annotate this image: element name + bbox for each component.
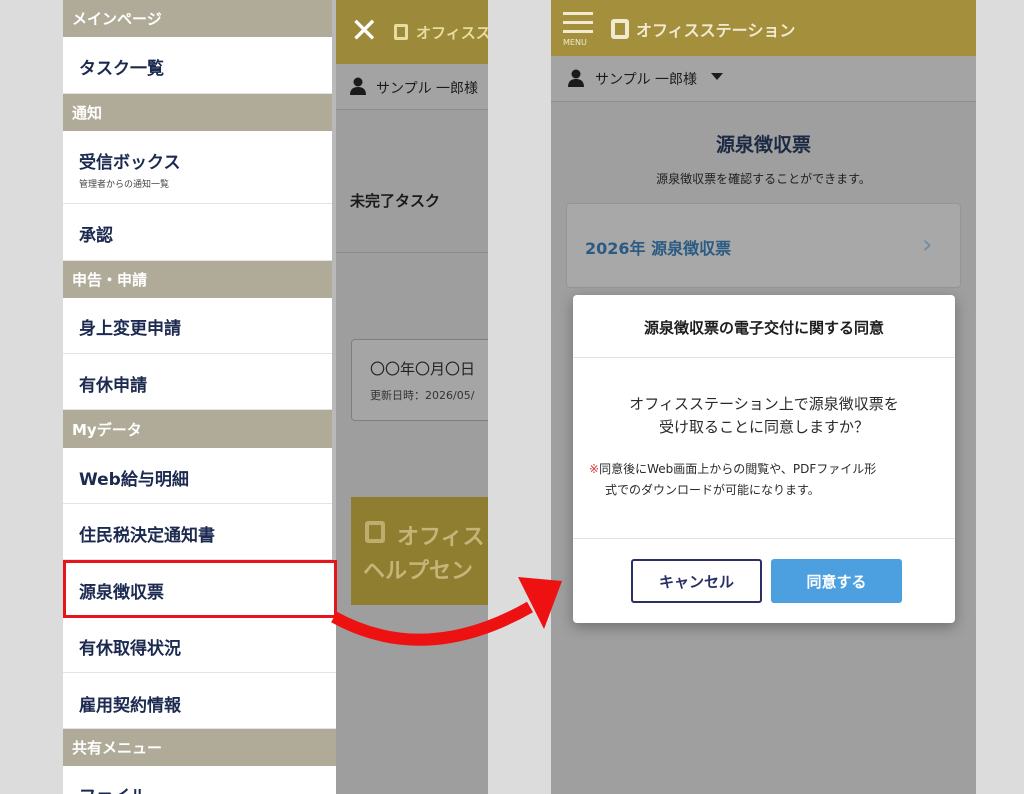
menu-item-resident-tax[interactable]: 住民税決定通知書	[63, 504, 336, 560]
right-phone-screen: MENU オフィスステーション サンプル 一郎様 源泉徴収票 源泉徴収票を確認す…	[551, 0, 976, 794]
hamburger-menu-icon[interactable]	[563, 12, 593, 34]
note-line2: 式でのダウンロードが可能になります。	[605, 483, 820, 497]
menu-item-personal-change[interactable]: 身上変更申請	[63, 298, 336, 354]
menu-item-payslip[interactable]: Web給与明細	[63, 448, 336, 504]
menu-item-approval[interactable]: 承認	[63, 204, 336, 261]
brand-name: オフィスス	[416, 24, 488, 42]
menu-item-contract[interactable]: 雇用契約情報	[63, 673, 336, 729]
help-banner-line1: オフィス	[397, 525, 485, 550]
menu-item-label: Web給与明細	[79, 470, 189, 490]
page-title: 源泉徴収票	[715, 134, 811, 156]
section-header-main: メインページ	[63, 0, 336, 37]
task-card: 〇〇年〇月〇日 更新日時：2026/05/	[351, 339, 488, 421]
cancel-button[interactable]: キャンセル	[631, 559, 762, 603]
chevron-right-icon: ›	[922, 230, 933, 260]
dialog-note: ※同意後にWeb画面上からの閲覧や、PDFファイル形 式でのダウンロードが可能に…	[589, 459, 939, 501]
background-page-dimmed: ✕ オフィスス サンプル 一郎様 未完了タスク 〇〇年〇月〇日 更新日時：202…	[336, 0, 488, 794]
menu-item-label: タスク一覧	[79, 59, 164, 79]
note-mark: ※	[589, 462, 600, 476]
menu-label: MENU	[563, 38, 587, 47]
menu-item-label: 承認	[79, 226, 113, 246]
close-icon[interactable]: ✕	[350, 14, 379, 48]
incomplete-task-label: 未完了タスク	[350, 192, 441, 210]
menu-item-inbox[interactable]: 受信ボックス 管理者からの通知一覧	[63, 131, 336, 204]
section-header-apply: 申告・申請	[63, 261, 336, 298]
logo-icon	[611, 19, 629, 39]
menu-item-label: 住民税決定通知書	[79, 526, 215, 546]
transition-arrow-icon	[331, 577, 562, 646]
withholding-year-label: 2026年 源泉徴収票	[585, 239, 732, 258]
highlight-frame-withholding	[63, 560, 337, 618]
user-icon	[350, 77, 366, 95]
menu-item-label: 有休取得状況	[79, 639, 181, 659]
menu-item-sublabel: 管理者からの通知一覧	[79, 180, 170, 190]
task-card-date: 〇〇年〇月〇日	[370, 360, 476, 378]
menu-item-leave-status[interactable]: 有休取得状況	[63, 617, 336, 673]
page-description: 源泉徴収票を確認することができます。	[656, 172, 871, 186]
divider	[573, 538, 955, 539]
task-card-updated: 更新日時：2026/05/	[370, 389, 475, 402]
user-name: サンプル 一郎様	[376, 81, 479, 97]
left-phone-screen: ✕ オフィスス サンプル 一郎様 未完了タスク 〇〇年〇月〇日 更新日時：202…	[63, 0, 488, 794]
divider	[573, 357, 955, 358]
agree-button[interactable]: 同意する	[771, 559, 902, 603]
divider	[336, 252, 488, 253]
menu-item-label: 身上変更申請	[79, 319, 181, 339]
logo-icon	[394, 24, 408, 40]
dialog-question-line2: 受け取ることに同意しますか？	[658, 418, 869, 436]
caret-down-icon[interactable]	[711, 73, 723, 80]
menu-item-label: 雇用契約情報	[79, 696, 181, 716]
user-bar[interactable]: サンプル 一郎様	[551, 56, 976, 102]
side-menu: メインページ タスク一覧 通知 受信ボックス 管理者からの通知一覧 承認 申告・…	[63, 0, 336, 794]
section-header-mydata: Myデータ	[63, 410, 336, 448]
section-header-shared: 共有メニュー	[63, 729, 336, 766]
app-header: MENU オフィスステーション	[551, 0, 976, 56]
logo-icon	[365, 521, 385, 543]
menu-item-file[interactable]: ファイル	[63, 766, 336, 794]
menu-scrollbar[interactable]	[332, 0, 336, 560]
brand-name[interactable]: オフィスステーション	[636, 17, 795, 41]
user-name: サンプル 一郎様	[595, 72, 698, 88]
withholding-year-card[interactable]: 2026年 源泉徴収票 ›	[566, 203, 961, 288]
dialog-title: 源泉徴収票の電子交付に関する同意	[643, 319, 884, 337]
menu-item-label: ファイル	[79, 782, 336, 794]
section-header-notice: 通知	[63, 94, 336, 131]
menu-item-label: 受信ボックス	[79, 153, 181, 173]
menu-item-leave-request[interactable]: 有休申請	[63, 354, 336, 410]
dialog-question-line1: オフィスステーション上で源泉徴収票を	[629, 395, 899, 413]
note-line1: 同意後にWeb画面上からの閲覧や、PDFファイル形	[599, 462, 877, 476]
menu-item-label: 有休申請	[79, 376, 147, 396]
user-icon	[568, 69, 584, 87]
user-bar: サンプル 一郎様	[336, 64, 488, 110]
consent-dialog: 源泉徴収票の電子交付に関する同意 オフィスステーション上で源泉徴収票を 受け取る…	[573, 295, 955, 623]
background-header: ✕ オフィスス	[336, 0, 488, 64]
menu-item-tasks[interactable]: タスク一覧	[63, 37, 336, 94]
